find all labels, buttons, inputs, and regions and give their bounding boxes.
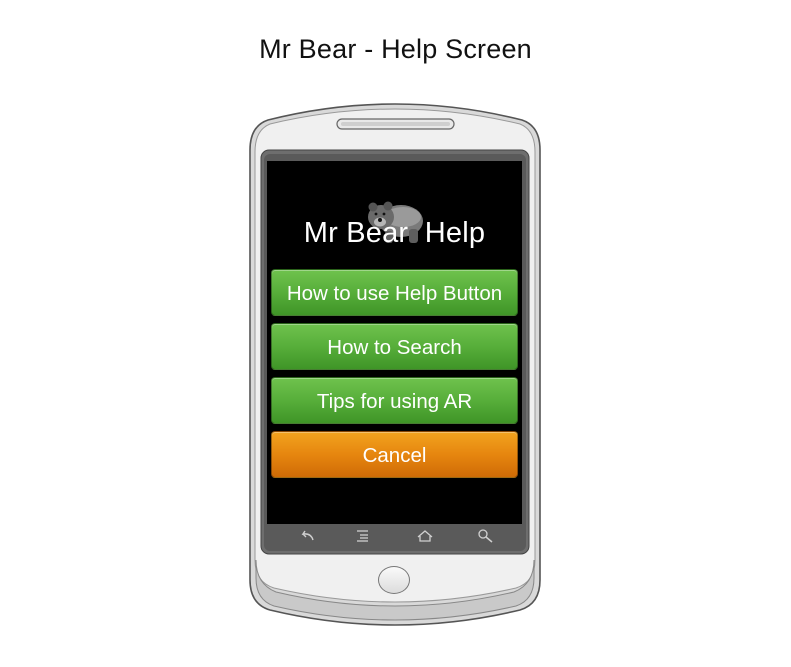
back-icon[interactable] bbox=[297, 527, 317, 545]
cancel-button[interactable]: Cancel bbox=[271, 431, 518, 478]
phone-screen: Mr Bear Help How to use Help Button How … bbox=[267, 161, 522, 524]
navigation-bar bbox=[267, 524, 522, 549]
app-header: Mr Bear Help bbox=[267, 191, 522, 271]
home-button[interactable] bbox=[378, 566, 410, 594]
app-title: Mr Bear Help bbox=[303, 217, 486, 249]
home-icon[interactable] bbox=[415, 527, 435, 545]
search-icon[interactable] bbox=[475, 527, 495, 545]
tips-for-using-ar-button[interactable]: Tips for using AR bbox=[271, 377, 518, 424]
menu-icon[interactable] bbox=[353, 527, 373, 545]
how-to-search-button[interactable]: How to Search bbox=[271, 323, 518, 370]
how-to-use-help-button[interactable]: How to use Help Button bbox=[271, 269, 518, 316]
